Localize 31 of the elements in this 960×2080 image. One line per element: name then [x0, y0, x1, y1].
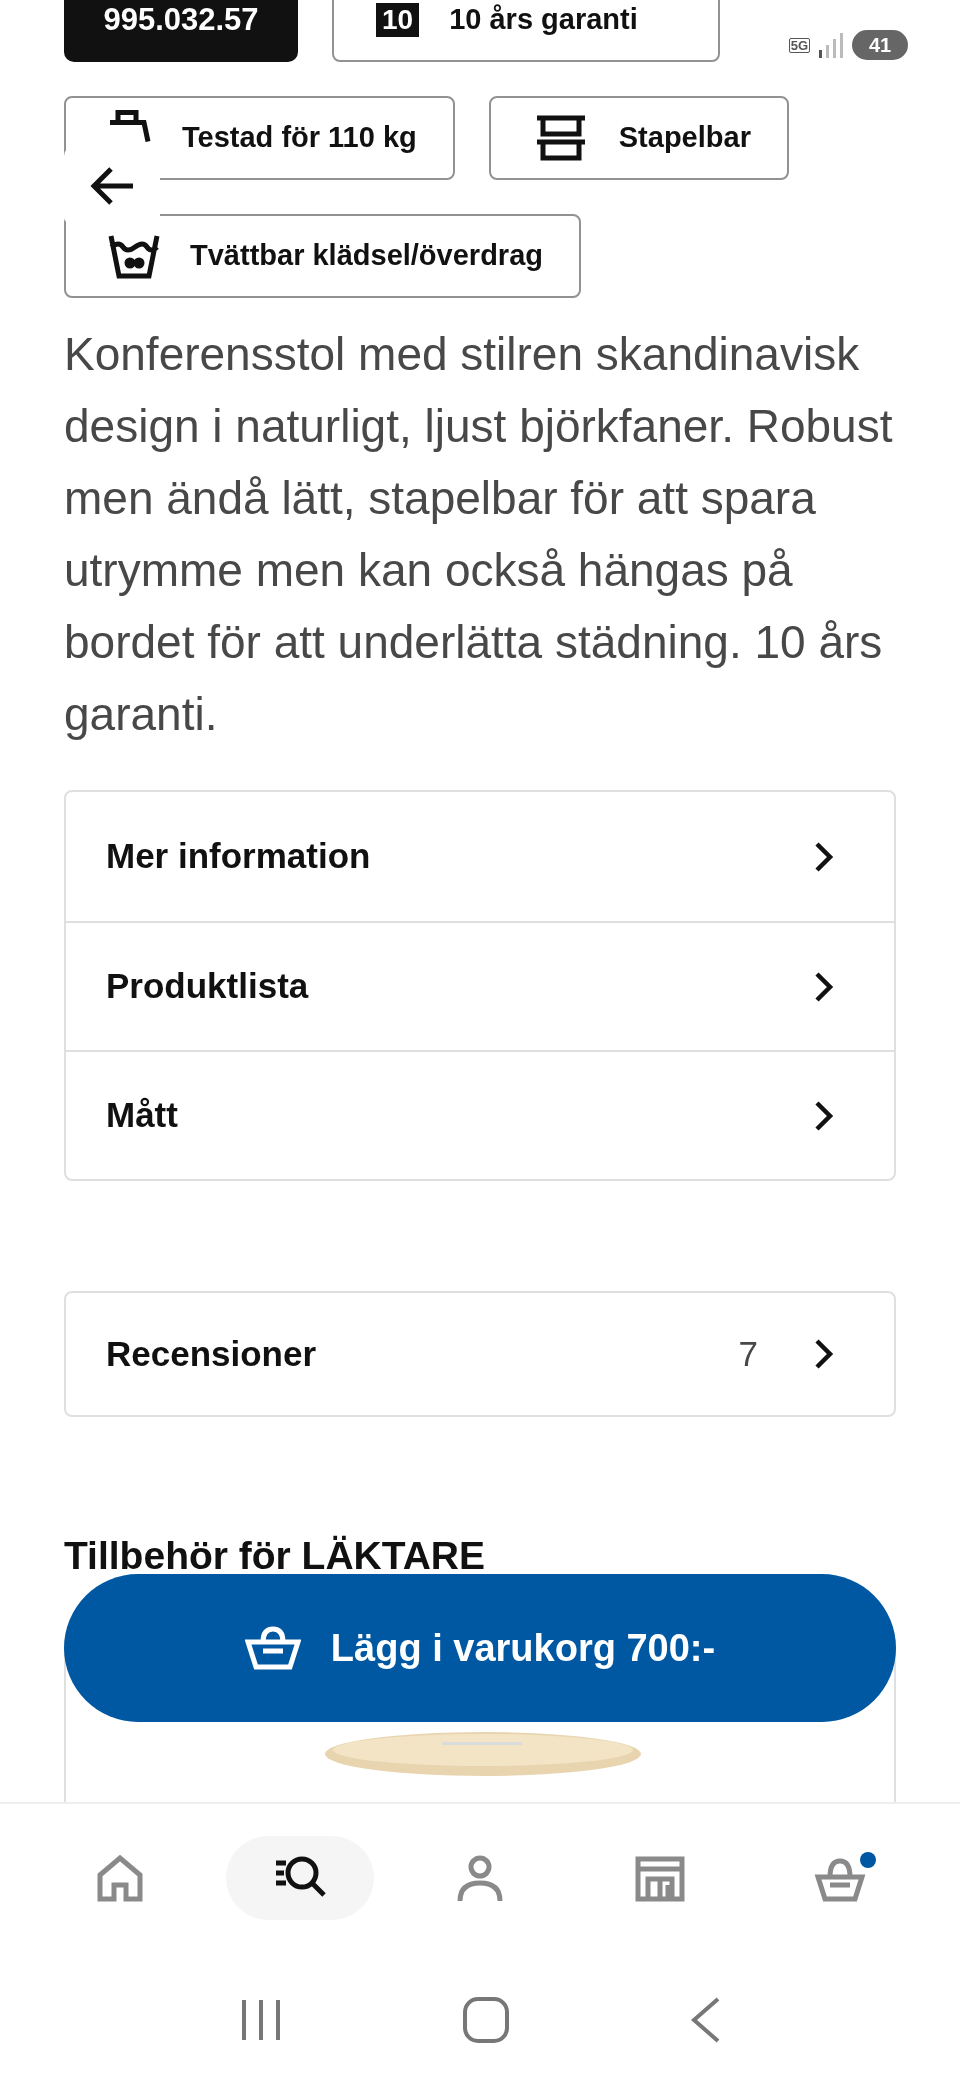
accordion-row[interactable]: Mått	[66, 1050, 894, 1179]
row-label: Recensioner	[106, 1332, 318, 1375]
accordion-row[interactable]: Mer information	[66, 792, 894, 921]
back-icon[interactable]	[689, 1997, 720, 2043]
chip-label: 10 års garanti	[449, 2, 638, 38]
chevron-right-icon	[814, 1099, 834, 1132]
recent-apps-icon[interactable]	[240, 1998, 283, 2042]
basket-icon	[244, 1626, 301, 1670]
add-to-cart-button[interactable]: Lägg i varukorg 700:-	[64, 1574, 896, 1722]
warranty-years-badge: 10	[376, 3, 420, 37]
chip-label: Stapelbar	[618, 120, 751, 156]
chip-label: Testad för 110 kg	[182, 120, 417, 156]
product-description: Konferensstol med stilren skandinavisk design i naturligt, ljust björkfaner. Robust men ändå lätt, stapelbar för att spara utrymme men kan också hängas på bordet för att underlätta städning. 10 års garanti.	[64, 327, 894, 742]
review-count: 7	[738, 1332, 758, 1375]
accordion-row[interactable]: Produktlista	[66, 921, 894, 1050]
article-number: 995.032.57	[64, 0, 298, 62]
chip-label: Tvättbar klädsel/överdrag	[190, 238, 543, 274]
row-label: Produktlista	[106, 965, 309, 1008]
reviews-row[interactable]: Recensioner 7	[66, 1293, 894, 1415]
chevron-right-icon	[814, 970, 834, 1003]
wash-basin-icon	[108, 233, 160, 279]
weight-icon	[108, 110, 152, 142]
back-arrow-icon	[89, 166, 135, 206]
battery-indicator: 41	[852, 30, 908, 60]
signal-icon	[818, 32, 844, 58]
home-button-icon[interactable]	[463, 1997, 509, 2043]
network-label: 5G	[788, 37, 810, 53]
row-label: Mått	[106, 1094, 178, 1137]
row-label: Mer information	[106, 835, 371, 878]
chevron-right-icon	[814, 840, 834, 873]
chevron-right-icon	[814, 1338, 834, 1370]
